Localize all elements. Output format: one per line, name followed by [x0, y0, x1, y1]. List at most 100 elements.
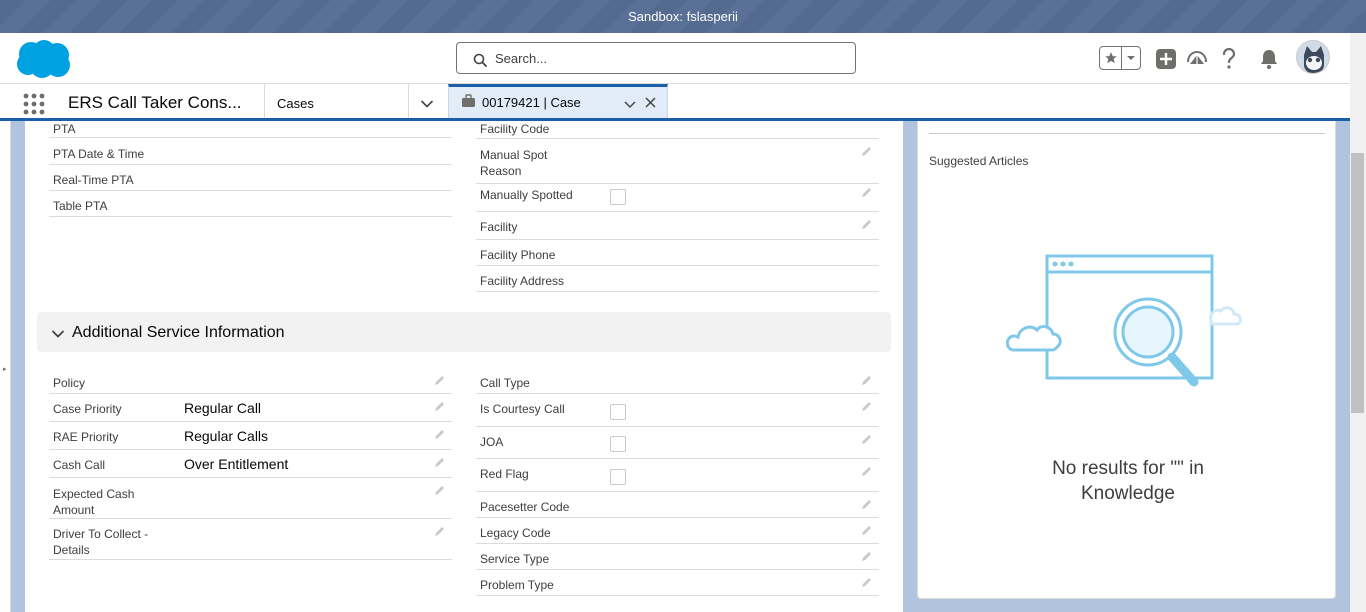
edit-pencil-icon[interactable]	[860, 144, 874, 158]
record-detail: PTA PTA Date & Time Real-Time PTA Table …	[25, 121, 903, 612]
close-icon[interactable]	[645, 95, 656, 113]
section-title: Additional Service Information	[72, 324, 285, 341]
edit-pencil-icon[interactable]	[860, 549, 874, 563]
field-label-call-type: Call Type	[480, 376, 530, 390]
field-label-manual-spot-reason: Manual Spot Reason	[480, 148, 548, 178]
field-divider	[476, 543, 879, 544]
field-label-facility-code: Facility Code	[480, 122, 550, 136]
tab-label: 00179421 | Case	[482, 95, 581, 110]
search-input[interactable]	[495, 43, 845, 73]
edit-pencil-icon[interactable]	[433, 399, 447, 413]
field-value-cash-call: Over Entitlement	[184, 456, 289, 472]
edit-pencil-icon[interactable]	[860, 399, 874, 413]
field-label-pta: PTA	[53, 122, 76, 136]
scrollbar-thumb[interactable]	[1351, 153, 1364, 413]
favorites-star-icon[interactable]	[1100, 47, 1122, 69]
edit-pencil-icon[interactable]	[433, 483, 447, 497]
salesforce-logo[interactable]	[14, 38, 76, 80]
field-label-facility-phone: Facility Phone	[480, 248, 556, 262]
favorites-dropdown-icon[interactable]	[1122, 47, 1140, 69]
is-courtesy-call-checkbox[interactable]	[610, 404, 626, 420]
field-value-case-priority: Regular Call	[184, 400, 262, 416]
avatar[interactable]	[1296, 40, 1330, 74]
edit-pencil-icon[interactable]	[860, 575, 874, 589]
trailhead-icon[interactable]	[1185, 47, 1209, 71]
field-divider	[49, 137, 452, 138]
field-label-manually-spotted: Manually Spotted	[480, 188, 573, 202]
field-label-driver-to-collect-details: Driver To Collect - Details	[53, 527, 149, 557]
field-divider	[49, 190, 452, 191]
chevron-down-icon[interactable]	[624, 96, 636, 114]
tab-case-record[interactable]: 00179421 | Case	[448, 84, 668, 118]
field-divider	[49, 559, 452, 560]
field-value-rae-priority: Regular Calls	[184, 428, 269, 444]
field-label-rae-priority: RAE Priority	[53, 430, 119, 444]
edit-pencil-icon[interactable]	[860, 523, 874, 537]
chevron-down-icon[interactable]	[420, 96, 434, 114]
sandbox-banner: Sandbox: fslasperii	[0, 0, 1366, 33]
field-label-legacy-code: Legacy Code	[480, 526, 551, 540]
no-results-line-1: No results for "" in	[1052, 458, 1204, 479]
field-label-pacesetter-code: Pacesetter Code	[480, 500, 570, 514]
field-label-table-pta: Table PTA	[53, 199, 108, 213]
nav-divider	[264, 84, 265, 118]
edit-pencil-icon[interactable]	[860, 185, 874, 199]
manually-spotted-checkbox[interactable]	[610, 189, 626, 205]
app-name: ERS Call Taker Cons...	[68, 93, 242, 112]
knowledge-panel: Suggested Articles No results for "" in …	[917, 121, 1336, 599]
add-icon[interactable]	[1154, 47, 1178, 71]
edit-pencil-icon[interactable]	[433, 373, 447, 387]
field-divider	[476, 491, 879, 492]
search-icon	[473, 53, 487, 67]
red-flag-checkbox[interactable]	[610, 469, 626, 485]
field-divider	[49, 518, 452, 519]
field-divider	[49, 216, 452, 217]
field-divider	[476, 183, 879, 184]
nav-divider	[408, 84, 409, 118]
field-label-case-priority: Case Priority	[53, 402, 122, 416]
utility-rail[interactable]: ▸	[0, 121, 11, 612]
page-scrollbar[interactable]	[1350, 33, 1366, 612]
edit-pencil-icon[interactable]	[860, 464, 874, 478]
favorites-button-group[interactable]	[1099, 46, 1141, 70]
notification-bell-icon[interactable]	[1257, 47, 1281, 71]
field-divider	[476, 426, 879, 427]
field-divider	[476, 265, 879, 266]
field-label-joa: JOA	[480, 435, 504, 449]
expand-arrow-icon[interactable]: ▸	[3, 365, 7, 373]
field-divider	[476, 138, 879, 139]
edit-pencil-icon[interactable]	[860, 432, 874, 446]
field-label-service-type: Service Type	[480, 552, 550, 566]
field-divider	[49, 164, 452, 165]
global-search[interactable]	[456, 42, 856, 74]
field-divider	[476, 517, 879, 518]
field-divider	[49, 477, 452, 478]
field-label-pta-date-time: PTA Date & Time	[53, 147, 145, 161]
tab-cases[interactable]: Cases	[277, 96, 314, 111]
field-divider	[476, 211, 879, 212]
edit-pencil-icon[interactable]	[860, 217, 874, 231]
edit-pencil-icon[interactable]	[860, 373, 874, 387]
field-divider	[49, 421, 452, 422]
panel-divider	[929, 133, 1325, 134]
field-divider	[476, 569, 879, 570]
edit-pencil-icon[interactable]	[860, 497, 874, 511]
empty-search-illustration	[1005, 249, 1246, 414]
edit-pencil-icon[interactable]	[433, 524, 447, 538]
edit-pencil-icon[interactable]	[433, 427, 447, 441]
app-launcher-icon[interactable]	[23, 93, 45, 115]
field-divider	[49, 449, 452, 450]
field-label-facility-address: Facility Address	[480, 274, 565, 288]
field-label-cash-call: Cash Call	[53, 458, 106, 472]
section-header-additional-service-information[interactable]: Additional Service Information	[37, 312, 891, 352]
field-divider	[476, 595, 879, 596]
field-label-expected-cash-amount: Expected Cash Amount	[53, 487, 135, 517]
joa-checkbox[interactable]	[610, 436, 626, 452]
chevron-down-icon[interactable]	[51, 326, 65, 344]
help-icon[interactable]	[1217, 47, 1241, 71]
sandbox-label: Sandbox: fslasperii	[628, 9, 738, 24]
global-header	[0, 33, 1350, 84]
field-divider	[476, 239, 879, 240]
edit-pencil-icon[interactable]	[433, 455, 447, 469]
field-divider	[49, 393, 452, 394]
